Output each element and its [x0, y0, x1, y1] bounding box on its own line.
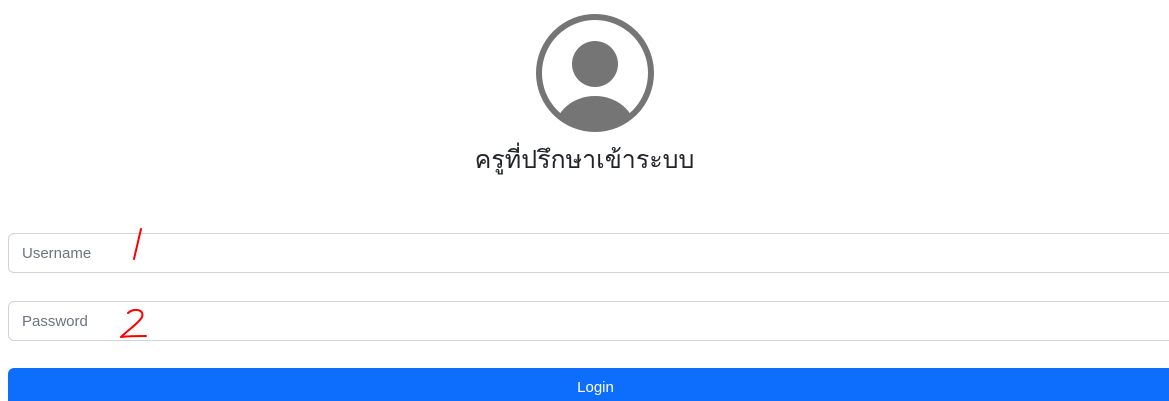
login-button[interactable]: Login [8, 368, 1169, 401]
user-avatar-icon [536, 14, 654, 132]
page-title: ครูที่ปรึกษาเข้าระบบ [474, 145, 695, 174]
password-input[interactable] [8, 301, 1169, 341]
username-input[interactable] [8, 233, 1169, 273]
login-page: ครูที่ปรึกษาเข้าระบบ 1 2 Login [0, 0, 1169, 401]
